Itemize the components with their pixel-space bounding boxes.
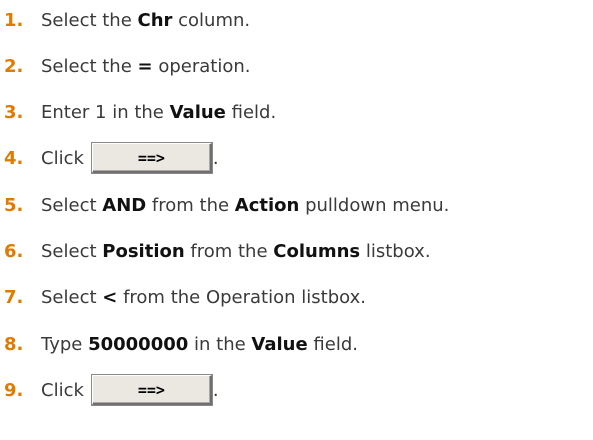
step-item: 7. Select < from the Operation listbox. bbox=[0, 282, 366, 312]
step-text: Select the = operation. bbox=[41, 56, 250, 77]
step-text: Click bbox=[41, 380, 84, 401]
step-item: 6. Select Position from the Columns listb… bbox=[0, 236, 431, 266]
step-text-segment: Enter 1 in the bbox=[41, 101, 170, 123]
step-number: 3. bbox=[4, 101, 24, 123]
step-text-segment: Select the bbox=[41, 9, 138, 31]
step-text-segment: from the bbox=[184, 240, 274, 262]
step-number: 2. bbox=[4, 55, 24, 77]
step-text-segment: Select the bbox=[41, 55, 138, 77]
step-text-segment: Select bbox=[41, 286, 103, 308]
step-text-segment: Select bbox=[41, 240, 103, 262]
step-item: 9. Click ==>. bbox=[0, 375, 219, 405]
step-text: Select < from the Operation listbox. bbox=[41, 287, 366, 308]
step-number: 7. bbox=[4, 286, 24, 308]
step-text-segment: Click bbox=[41, 147, 84, 169]
bold-term: Chr bbox=[137, 9, 173, 31]
step-text-segment: Click bbox=[41, 379, 84, 401]
step-text-segment: Type bbox=[41, 333, 89, 355]
step-number: 1. bbox=[4, 9, 24, 31]
step-number: 8. bbox=[4, 333, 24, 355]
arrow-button[interactable]: ==> bbox=[91, 375, 212, 405]
step-item: 8. Type 50000000 in the Value field. bbox=[0, 329, 358, 359]
step-item: 5. Select AND from the Action pulldown me… bbox=[0, 190, 449, 220]
step-item: 3. Enter 1 in the Value field. bbox=[0, 97, 276, 127]
step-text-segment: Select bbox=[41, 194, 103, 216]
step-text-segment: listbox. bbox=[360, 240, 431, 262]
step-number: 4. bbox=[4, 147, 24, 169]
step-text-segment: from the Operation listbox. bbox=[117, 286, 366, 308]
bold-term: Position bbox=[102, 240, 185, 262]
bold-term: < bbox=[102, 286, 118, 308]
step-item: 1. Select the Chr column. bbox=[0, 5, 250, 35]
bold-term: AND bbox=[102, 194, 147, 216]
step-item: 2. Select the = operation. bbox=[0, 51, 250, 81]
step-number: 9. bbox=[4, 379, 24, 401]
step-text: Click bbox=[41, 148, 84, 169]
step-text: Type 50000000 in the Value field. bbox=[41, 334, 358, 355]
step-text-segment: in the bbox=[188, 333, 252, 355]
step-text: Enter 1 in the Value field. bbox=[41, 102, 276, 123]
bold-term: Value bbox=[251, 333, 308, 355]
step-period: . bbox=[212, 147, 219, 169]
bold-term: Value bbox=[169, 101, 226, 123]
step-text: Select the Chr column. bbox=[41, 10, 250, 31]
step-number: 6. bbox=[4, 240, 24, 262]
step-period: . bbox=[212, 379, 219, 401]
step-text-segment: field. bbox=[225, 101, 277, 123]
bold-term: 50000000 bbox=[88, 333, 189, 355]
step-text-segment: field. bbox=[307, 333, 358, 355]
step-item: 4. Click ==>. bbox=[0, 143, 219, 173]
step-text: Select AND from the Action pulldown menu… bbox=[41, 195, 449, 216]
bold-term: Action bbox=[234, 194, 300, 216]
step-text-segment: operation. bbox=[152, 55, 251, 77]
arrow-button[interactable]: ==> bbox=[91, 143, 212, 173]
step-text: Select Position from the Columns listbox… bbox=[41, 241, 431, 262]
bold-term: = bbox=[137, 55, 153, 77]
step-number: 5. bbox=[4, 194, 24, 216]
step-text-segment: column. bbox=[172, 9, 251, 31]
step-text-segment: from the bbox=[146, 194, 235, 216]
step-text-segment: pulldown menu. bbox=[299, 194, 450, 216]
bold-term: Columns bbox=[273, 240, 361, 262]
